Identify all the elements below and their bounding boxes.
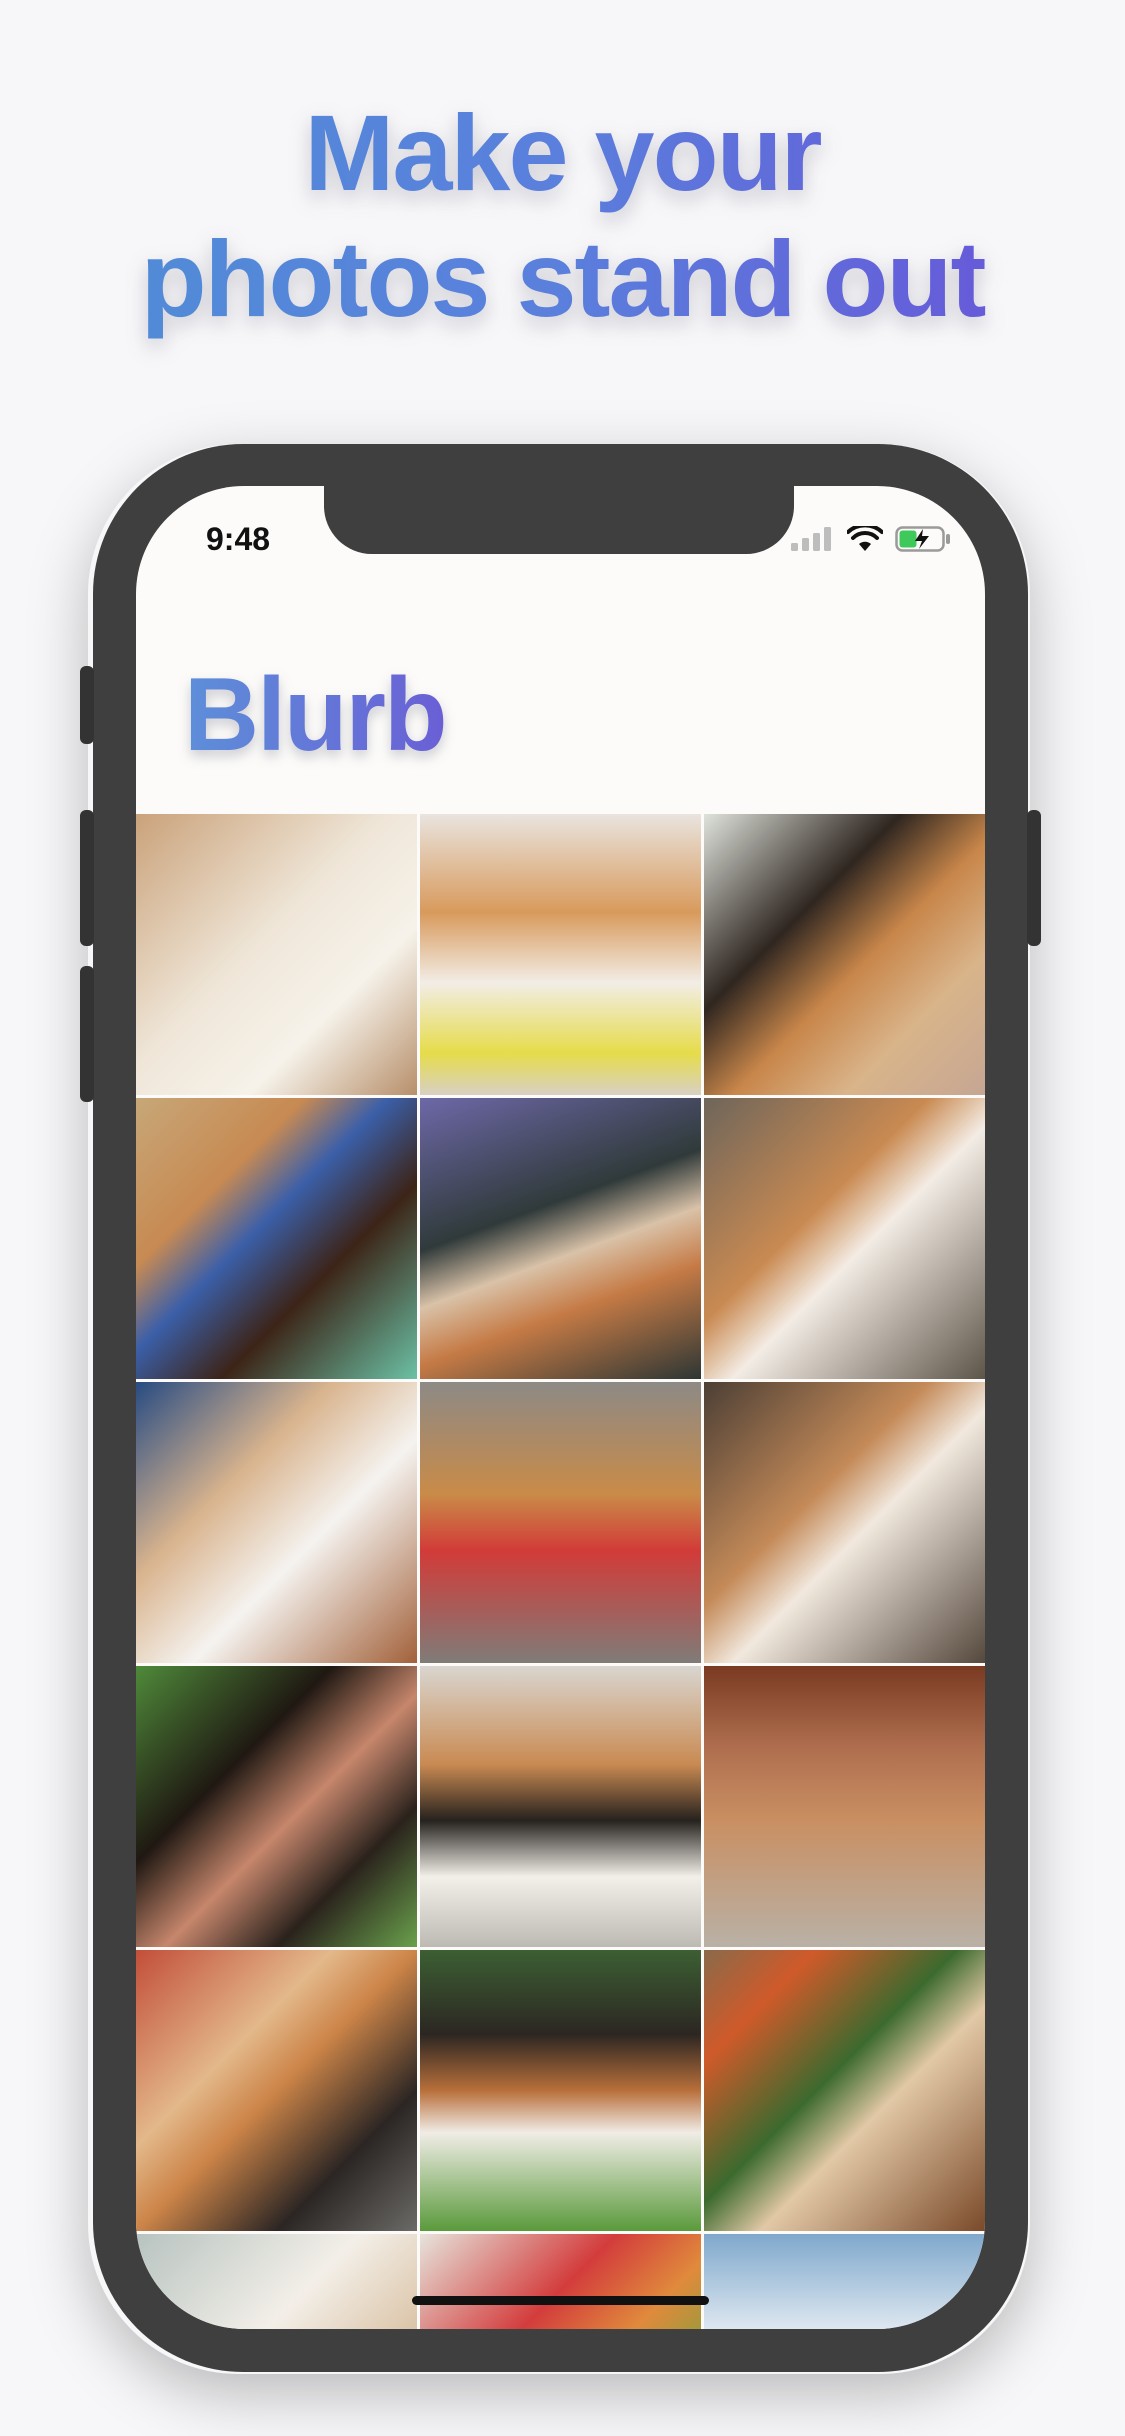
photo-corgi-ground[interactable] (704, 1098, 985, 1379)
volume-up-button (80, 810, 94, 946)
photo-shiba-costume[interactable] (136, 1950, 417, 2231)
headline-line-1: Make your (304, 92, 821, 213)
photo-grid (136, 814, 985, 2329)
status-icons (791, 524, 951, 554)
photo-shiba-wink-bandana[interactable] (420, 814, 701, 1095)
photo-shiba-dino-costume[interactable] (704, 1950, 985, 2231)
photo-sheltie-grass[interactable] (420, 1950, 701, 2231)
volume-down-button (80, 966, 94, 1102)
photo-sky-clouds[interactable] (704, 2234, 985, 2329)
home-indicator (412, 2296, 709, 2305)
status-time: 9:48 (206, 521, 271, 557)
headline-line-2: photos stand out (140, 218, 985, 339)
mute-switch (80, 666, 94, 744)
photo-two-samoyeds[interactable] (136, 814, 417, 1095)
photo-shibas-stairs[interactable] (420, 1666, 701, 1947)
photo-white-shiba[interactable] (136, 2234, 417, 2329)
marketing-headline: Make your photos stand out (0, 90, 1125, 342)
photo-balloons[interactable] (420, 2234, 701, 2329)
app-title: Blurb (184, 657, 448, 773)
notch (324, 486, 794, 554)
photo-dachshund-closeup[interactable] (136, 1666, 417, 1947)
photo-two-shibas-talking[interactable] (704, 814, 985, 1095)
phone-screen: 9:48 Blurb (136, 486, 985, 2329)
photo-puppies-samoyed[interactable] (136, 1382, 417, 1663)
photo-shiba-red-leash[interactable] (420, 1382, 701, 1663)
battery-charging-icon (895, 526, 950, 552)
photo-corgi-leash[interactable] (704, 1382, 985, 1663)
photo-shibas-plaza[interactable] (704, 1666, 985, 1947)
wifi-icon (847, 526, 883, 551)
photo-shiba-blanket[interactable] (420, 1098, 701, 1379)
side-button (1027, 810, 1041, 946)
photo-two-dachshunds[interactable] (136, 1098, 417, 1379)
signal-icon (791, 527, 831, 551)
